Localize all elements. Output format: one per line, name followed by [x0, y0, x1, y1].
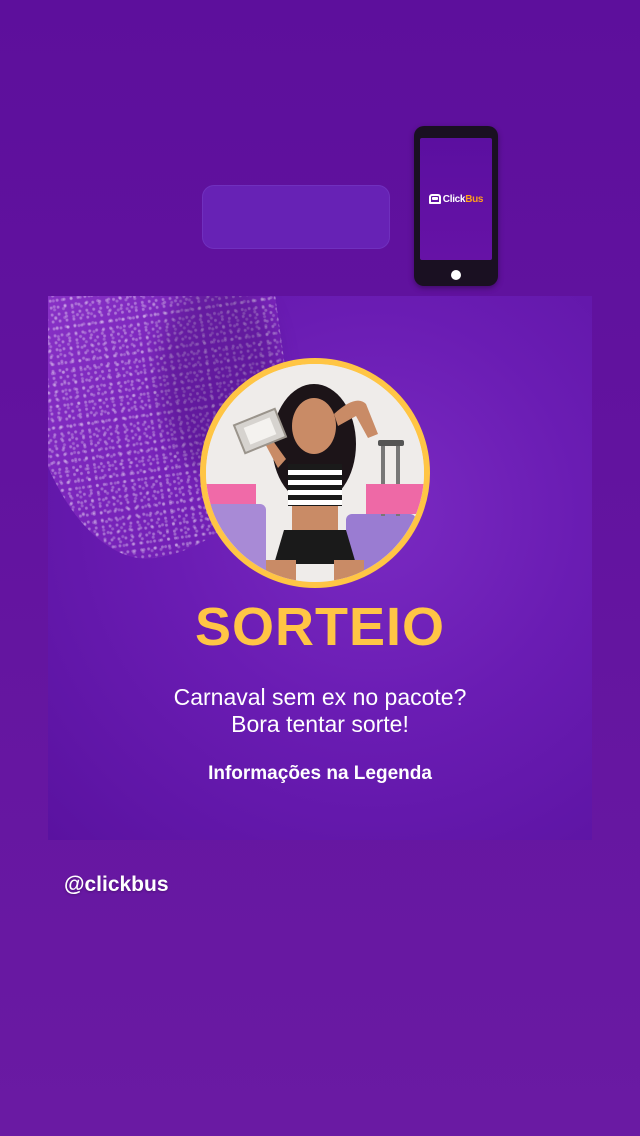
post-title: SORTEIO [194, 597, 446, 657]
story-frame: ClickBus SORTEIO Carnaval sem ex no paco… [0, 0, 640, 1136]
translucent-sticker[interactable] [202, 185, 390, 249]
post-subtitle-line1: Carnaval sem ex no pacote? [173, 684, 467, 710]
logo-bus-text: Bus [465, 193, 484, 205]
logo-click-text: Click [442, 193, 466, 205]
post-subtitle-line2: Bora tentar sorte! [231, 711, 409, 737]
mention-sticker[interactable]: @clickbus [64, 873, 169, 897]
photo-illustration [206, 364, 424, 582]
phone-screen: ClickBus [420, 138, 492, 260]
phone-home-button [451, 270, 461, 280]
post-card[interactable]: SORTEIO Carnaval sem ex no pacote? Bora … [48, 296, 592, 840]
phone-sticker[interactable]: ClickBus [414, 126, 498, 286]
bus-icon [428, 194, 441, 204]
post-info-text: Informações na Legenda [208, 763, 432, 784]
profile-photo [200, 358, 430, 588]
clickbus-logo: ClickBus [442, 193, 484, 205]
